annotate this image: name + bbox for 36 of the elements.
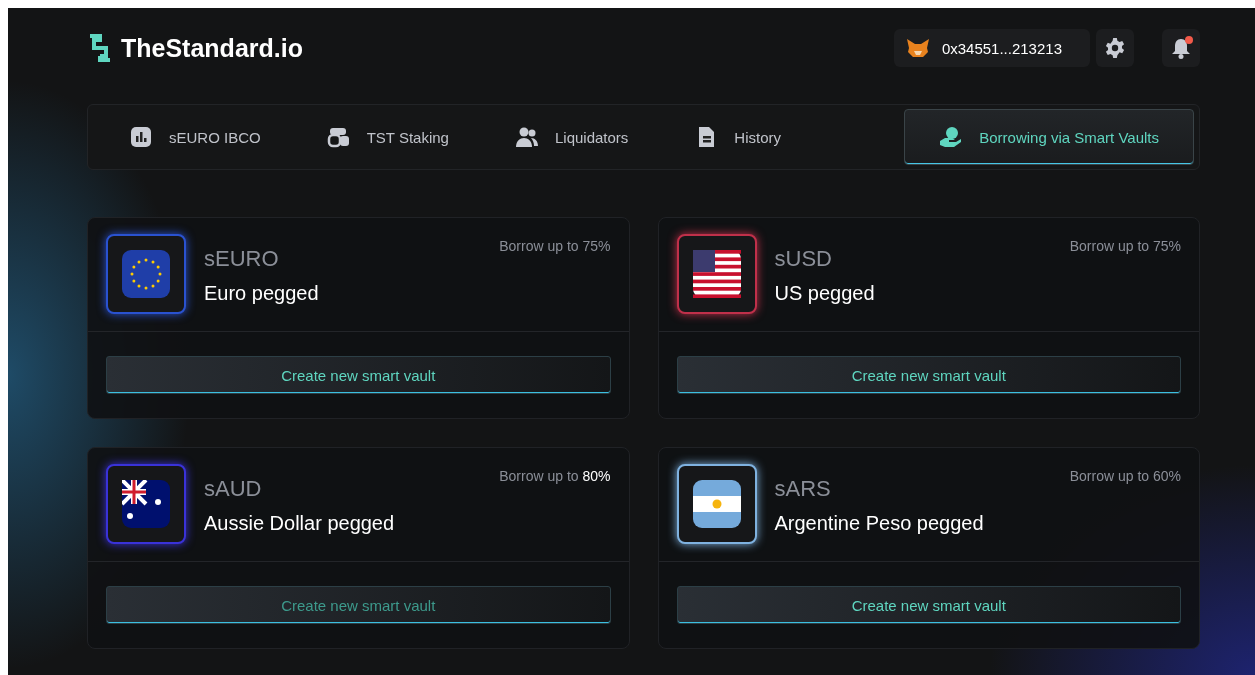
settings-button[interactable] (1096, 29, 1134, 67)
currency-description: Argentine Peso pegged (774, 512, 985, 535)
currency-symbol: sUSD (774, 246, 833, 272)
currency-description: Aussie Dollar pegged (204, 512, 396, 535)
wallet-button[interactable]: 0x34551...213213 (893, 29, 1090, 67)
fox-icon (905, 38, 930, 58)
currency-symbol: sAUD (204, 476, 263, 502)
flag-icon (692, 250, 741, 298)
currency-description: Euro pegged (204, 282, 320, 305)
coins-icon (326, 125, 351, 149)
users-icon (514, 125, 539, 149)
hand-icon (939, 125, 964, 149)
tab[interactable]: History (693, 109, 782, 165)
flag-icon (122, 250, 170, 298)
create-vault-button[interactable]: Create new smart vault (676, 356, 1181, 394)
tab[interactable]: Borrowing via Smart Vaults (904, 109, 1194, 165)
currency-symbol: sEURO (204, 246, 280, 272)
settings-icon (1104, 37, 1126, 59)
create-vault-button[interactable]: Create new smart vault (676, 586, 1181, 624)
borrow-limit: Borrow up to 80% (499, 467, 611, 486)
logo-text: TheStandard.io (121, 33, 303, 63)
flag-icon (692, 480, 741, 528)
tab[interactable]: sEURO IBCO (128, 109, 262, 165)
logo-icon (87, 33, 113, 63)
chart-icon (129, 125, 153, 149)
tab[interactable]: TST Staking (325, 109, 450, 165)
tab[interactable]: Liquidators (513, 109, 630, 165)
currency-description: US pegged (774, 282, 876, 305)
borrow-limit: Borrow up to 75% (1069, 237, 1181, 256)
create-vault-button[interactable]: Create new smart vault (106, 356, 611, 394)
borrow-limit: Borrow up to 60% (1069, 467, 1181, 486)
borrow-limit: Borrow up to 75% (499, 237, 611, 256)
notifications-button[interactable] (1162, 29, 1200, 67)
bell-icon (1171, 37, 1191, 59)
flag-icon (122, 480, 170, 528)
currency-symbol: sARS (774, 476, 832, 502)
